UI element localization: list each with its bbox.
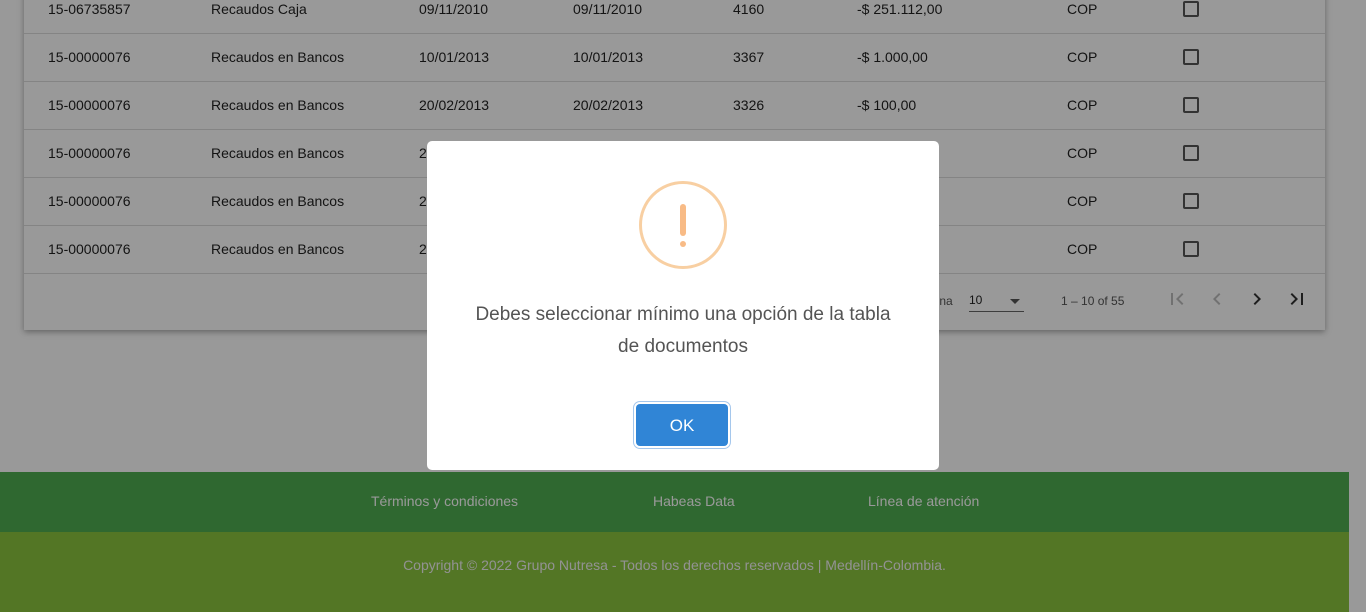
alert-message: Debes seleccionar mínimo una opción de l… bbox=[475, 304, 891, 357]
ok-button[interactable]: OK bbox=[636, 404, 728, 446]
alert-dialog: Debes seleccionar mínimo una opción de l… bbox=[427, 141, 939, 470]
exclamation-circle-icon bbox=[639, 181, 727, 269]
